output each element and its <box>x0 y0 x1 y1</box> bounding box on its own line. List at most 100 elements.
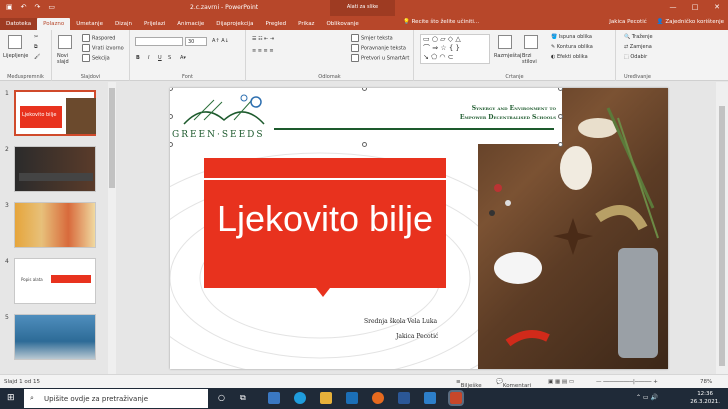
tab-transitions[interactable]: Prijelazi <box>138 21 171 30</box>
align-icons[interactable]: ≡ ≡ ≡ ≡ <box>252 48 274 54</box>
slide-thumbnail-5[interactable] <box>14 314 96 360</box>
text-direction-button[interactable]: Smjer teksta <box>351 34 393 42</box>
new-slide-button[interactable]: Novi slajd <box>57 53 79 65</box>
banner-divider <box>274 128 554 130</box>
notes-button[interactable]: ≡ Bilješke <box>456 379 482 389</box>
reset-button[interactable]: Vrati izvorno <box>82 44 124 52</box>
ribbon-tabs: Datoteka Polazno Umetanje Dizajn Prijela… <box>0 16 728 30</box>
minimize-button[interactable]: — <box>662 0 684 11</box>
save-icon[interactable]: ▣ <box>6 3 13 11</box>
store-icon[interactable] <box>346 392 358 404</box>
zoom-level[interactable]: 78% <box>700 379 712 385</box>
paste-button[interactable]: Lijepljenje <box>3 53 28 59</box>
group-label-drawing: Crtanje <box>505 74 524 80</box>
thumb1-title: Ljekovito bilje <box>22 112 57 118</box>
mail-icon[interactable] <box>268 392 280 404</box>
arrange-icon[interactable] <box>498 35 512 49</box>
slide-canvas[interactable]: GREEN·SEEDS Synergy and Environment to E… <box>170 88 668 369</box>
zoom-slider[interactable]: — ─────────|───── + <box>596 379 658 385</box>
clock-date: 26.3.2021. <box>690 399 720 405</box>
resize-handle[interactable] <box>558 142 563 147</box>
quick-styles-icon[interactable] <box>524 35 538 49</box>
edge-icon[interactable] <box>294 392 306 404</box>
italic-button[interactable]: I <box>148 55 149 61</box>
undo-icon[interactable]: ↶ <box>21 3 27 11</box>
author-name[interactable]: Jakica Pecotić <box>396 333 438 340</box>
format-painter-icon[interactable]: 🖌 <box>34 54 40 60</box>
taskbar-clock[interactable]: 12:36 26.3.2021. <box>690 390 720 406</box>
quick-styles-button[interactable]: Brzi stilovi <box>522 53 542 65</box>
task-view-icon[interactable]: ⧉ <box>240 393 246 403</box>
paste-icon[interactable] <box>8 35 22 49</box>
underline-button[interactable]: U <box>158 55 162 61</box>
tab-animations[interactable]: Animacije <box>171 21 210 30</box>
font-name-dropdown[interactable] <box>135 37 183 46</box>
slide-title[interactable]: Ljekovito bilje <box>204 198 446 240</box>
word-icon[interactable] <box>398 392 410 404</box>
windows-start-icon[interactable]: ⊞ <box>7 393 15 403</box>
tell-me-search[interactable]: 💡 Recite što želite učiniti... <box>403 19 479 25</box>
close-button[interactable]: ✕ <box>706 0 728 11</box>
green-seeds-logo-icon <box>183 94 265 125</box>
share-button[interactable]: 👤 Zajedničko korištenje <box>657 19 724 25</box>
font-size-dropdown[interactable]: 30 <box>185 37 207 46</box>
shape-fill-button[interactable]: 🪣 Ispuna oblika <box>551 34 592 40</box>
strikethrough-button[interactable]: S <box>168 55 171 61</box>
grow-font-icon[interactable]: A↑ A↓ <box>212 38 229 44</box>
firefox-icon[interactable] <box>372 392 384 404</box>
arrange-button[interactable]: Razmještaj <box>494 53 521 59</box>
school-name[interactable]: Srednja škola Vela Luka <box>364 318 437 325</box>
tab-file[interactable]: Datoteka <box>0 18 38 30</box>
new-slide-icon[interactable] <box>58 35 72 49</box>
title-placeholder[interactable]: Ljekovito bilje <box>204 158 446 288</box>
smartart-button[interactable]: Pretvori u SmartArt <box>351 54 409 62</box>
slide-thumbnail-1[interactable]: Ljekovito bilje <box>14 90 96 136</box>
resize-handle[interactable] <box>362 142 367 147</box>
thumb4-title: Popis alata <box>21 277 43 282</box>
slideshow-start-icon[interactable]: ▭ <box>48 3 55 11</box>
copy-icon[interactable]: ⧉ <box>34 44 38 50</box>
tab-review[interactable]: Pregled <box>259 21 292 30</box>
scroll-thumb[interactable] <box>109 88 115 188</box>
thumbnails-scrollbar[interactable] <box>108 82 116 374</box>
slide-thumbnail-4[interactable]: Popis alata <box>14 258 96 304</box>
tab-view[interactable]: Prikaz <box>292 21 320 30</box>
tab-slideshow[interactable]: Dijaprojekcija <box>210 21 259 30</box>
redo-icon[interactable]: ↷ <box>35 3 41 11</box>
shapes-gallery[interactable]: ▭ ○ ▱ ◇ △ ⌒ ⇒ ☆ { } ↘ ⬠ ◠ ⊂ <box>420 34 490 64</box>
find-button[interactable]: 🔍 Traženje <box>624 34 653 40</box>
maximize-button[interactable]: □ <box>684 0 706 11</box>
slide-thumbnail-2[interactable] <box>14 146 96 192</box>
comments-button[interactable]: 💬 Komentari <box>496 379 531 389</box>
select-button[interactable]: ⬚ Odabir <box>624 54 647 60</box>
align-text-button[interactable]: Poravnanje teksta <box>351 44 406 52</box>
powerpoint-icon[interactable] <box>448 390 464 406</box>
taskbar-search-box[interactable]: ⌕ Upišite ovdje za pretraživanje <box>24 389 208 408</box>
replace-button[interactable]: ⇄ Zamjena <box>624 44 652 50</box>
cut-icon[interactable]: ✂ <box>34 34 38 40</box>
scroll-thumb[interactable] <box>719 106 725 366</box>
font-color-icon[interactable]: A▾ <box>180 55 186 61</box>
file-explorer-icon[interactable] <box>320 392 332 404</box>
tab-format[interactable]: Oblikovanje <box>320 21 364 30</box>
tab-home[interactable]: Polazno <box>37 18 71 30</box>
cortana-icon[interactable]: ○ <box>218 393 225 402</box>
header-banner[interactable]: GREEN·SEEDS Synergy and Environment to E… <box>170 88 562 144</box>
bold-button[interactable]: B <box>136 55 140 61</box>
thumb-number: 5 <box>5 314 9 321</box>
resize-handle[interactable] <box>558 114 563 119</box>
shape-effects-button[interactable]: ◐ Efekti oblika <box>551 54 588 60</box>
system-tray-icons[interactable]: ⌃ ▭ 🔊 <box>636 394 658 401</box>
slide-scrollbar[interactable] <box>716 82 728 374</box>
normal-view-icon[interactable]: ▣ ▦ ▤ ▭ <box>548 379 574 385</box>
slide-thumbnail-3[interactable] <box>14 202 96 248</box>
section-button[interactable]: Sekcija <box>82 54 110 62</box>
layout-button[interactable]: Raspored <box>82 34 115 42</box>
shape-outline-button[interactable]: ✎ Kontura oblika <box>551 44 593 50</box>
tab-insert[interactable]: Umetanje <box>70 21 109 30</box>
tab-design[interactable]: Dizajn <box>109 21 138 30</box>
user-name[interactable]: Jakica Pecotić <box>609 19 646 25</box>
photos-icon[interactable] <box>424 392 436 404</box>
bullets-icon[interactable]: ☰ ☷ ⇤ ⇥ <box>252 36 274 42</box>
group-label-clipboard: Međuspremnik <box>7 74 44 80</box>
